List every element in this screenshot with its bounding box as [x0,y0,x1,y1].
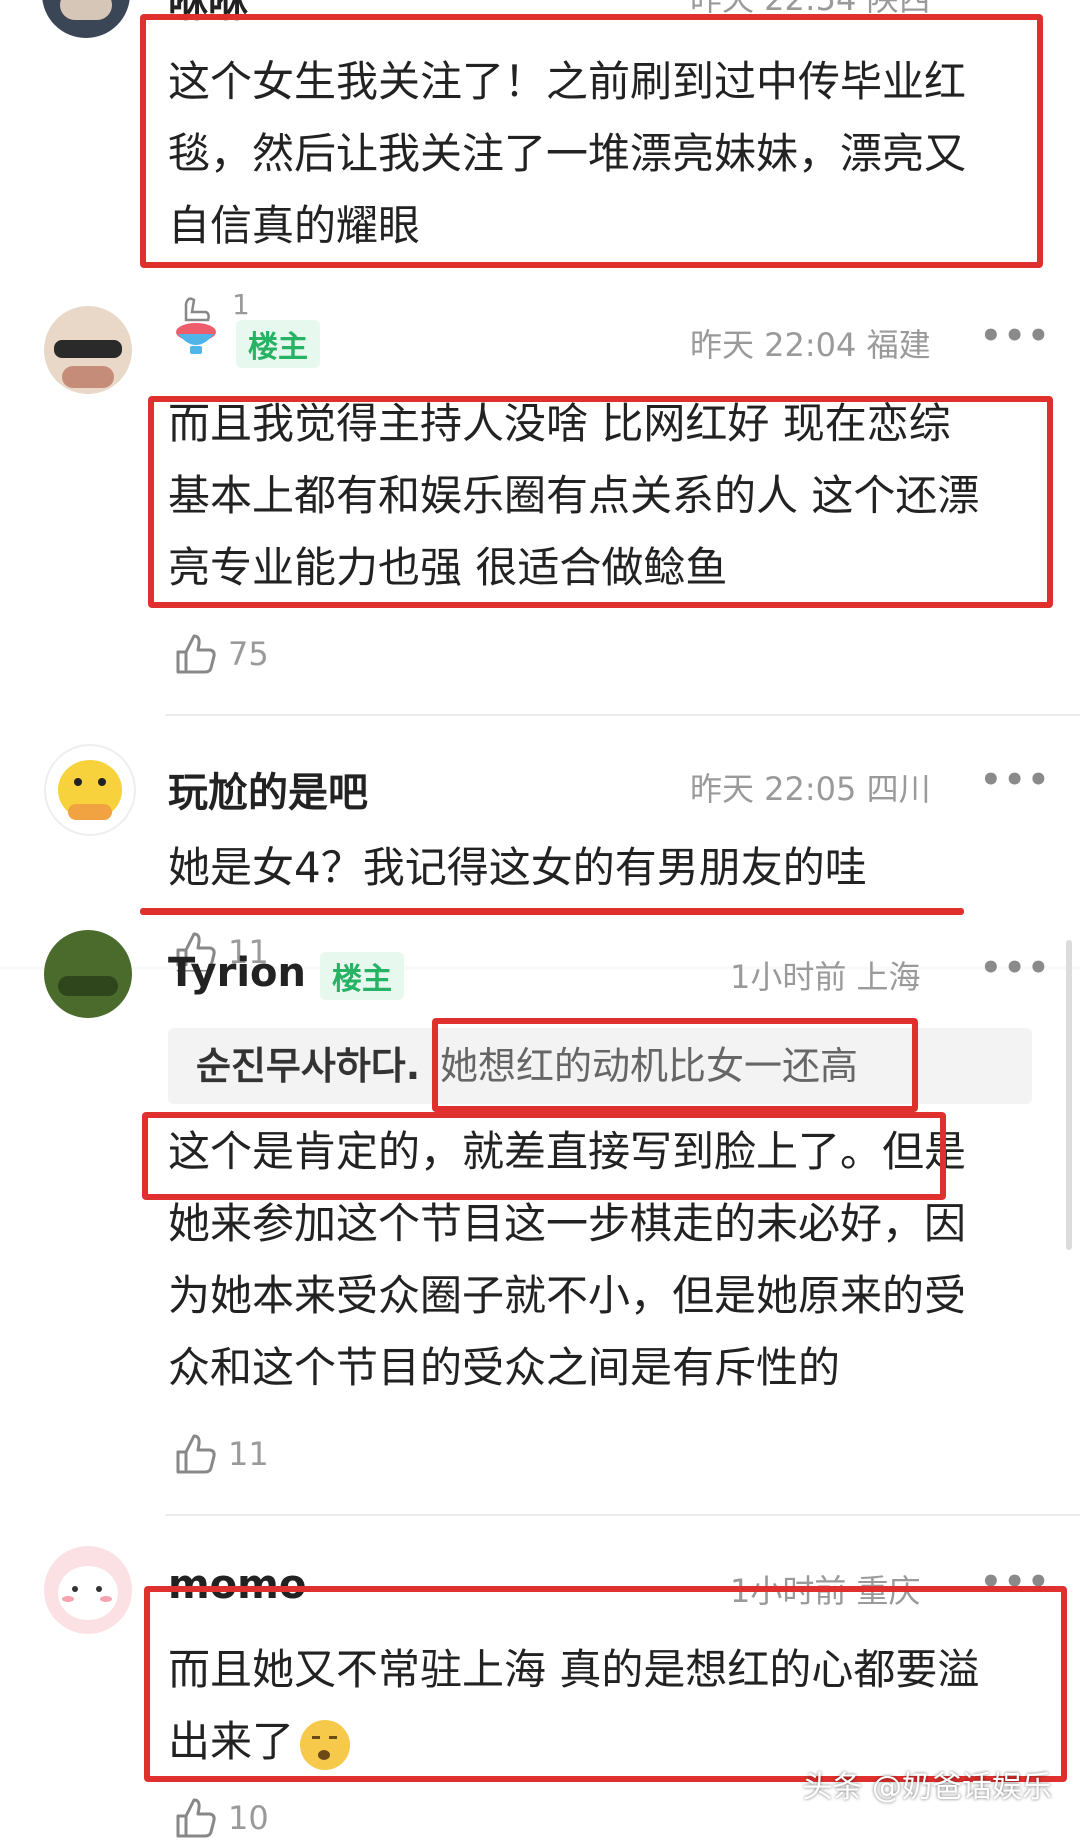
watermark: 头条 @奶爸话娱乐 [802,1770,1052,1805]
avatar[interactable] [44,930,132,1018]
thumbs-up-icon [174,1796,218,1840]
owner-badge: 楼主 [236,320,320,368]
highlight-box [144,1586,1067,1782]
comment-text-line: 为她本来受众圈子就不小，但是她原来的受 [168,1271,967,1320]
highlight-box [432,1018,918,1112]
thumbs-up-icon [174,1432,218,1476]
highlight-underline [140,908,964,915]
like-count: 11 [228,1435,269,1473]
like-count: 75 [228,635,269,673]
avatar[interactable] [42,0,130,38]
avatar[interactable] [44,1546,132,1634]
like-animation-icon [172,290,220,356]
thumbs-up-icon [174,632,218,676]
more-dots-icon[interactable]: ••• [980,760,1051,800]
more-dots-icon[interactable]: ••• [980,316,1051,356]
comment-author[interactable]: Tyrion [168,950,306,996]
highlight-box [142,1112,946,1200]
comment-time: 昨天 22:05 四川 [690,770,931,808]
comment-text-line: 她是女4？我记得这女的有男朋友的哇 [168,843,867,892]
comment-divider [165,714,1080,716]
highlight-box [140,14,1043,268]
comment-time: 1小时前 上海 [730,958,921,996]
scroll-indicator[interactable] [1066,940,1072,1250]
avatar[interactable] [44,306,132,394]
quoted-reply-user[interactable]: 순진무사하다. [196,1028,420,1104]
comment-time: 昨天 22:04 福建 [690,326,931,364]
like-button[interactable]: 10 [174,1796,269,1840]
comment-author[interactable]: 玩尬的是吧 [168,760,368,818]
like-button[interactable]: 75 [174,632,269,676]
comment-divider [165,1514,1080,1516]
comment-text-line: 众和这个节目的受众之间是有斥性的 [168,1343,841,1392]
owner-badge: 楼主 [320,952,404,1000]
avatar[interactable] [44,744,136,836]
highlight-box [148,396,1053,608]
like-count: 1 [232,288,250,321]
like-count: 10 [228,1799,269,1837]
like-button[interactable]: 11 [174,1432,269,1476]
more-dots-icon[interactable]: ••• [980,948,1051,988]
